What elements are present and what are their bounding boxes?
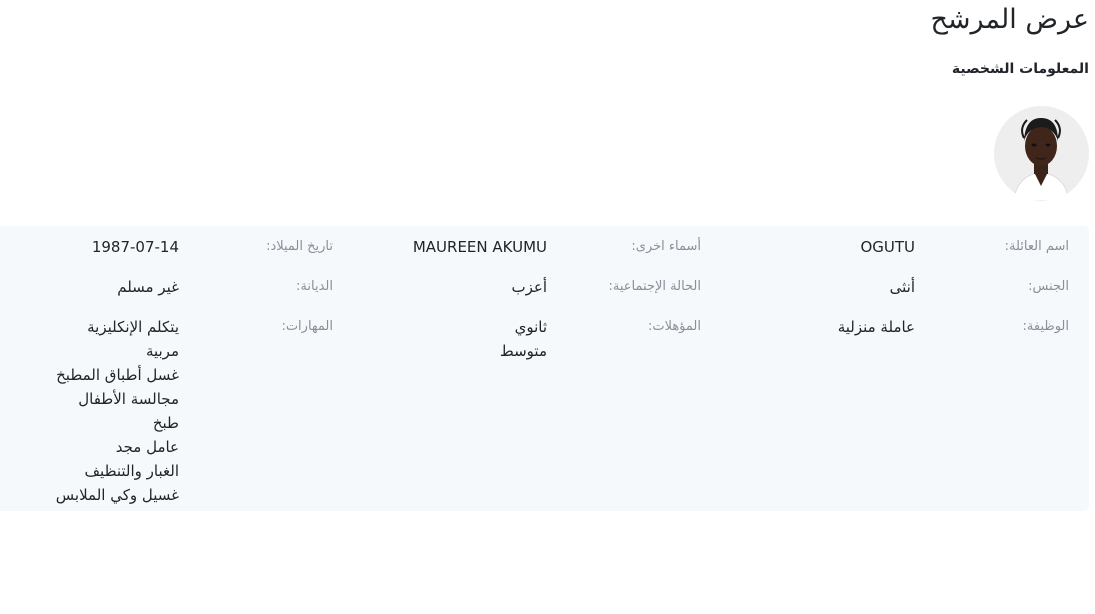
page-title: عرض المرشح (930, 4, 1089, 35)
skill-item: مربية (145, 342, 179, 360)
skills-label: المهارات: (281, 319, 333, 334)
job-value: عاملة منزلية (837, 318, 915, 336)
qualification-item: متوسط (499, 342, 547, 360)
candidate-photo-image (994, 106, 1089, 201)
personal-info-panel: اسم العائلة: OGUTU أسماء اخرى: MAUREEN A… (0, 226, 1089, 511)
qualification-item: ثانوي (514, 318, 547, 336)
job-label: الوظيفة: (1022, 319, 1069, 334)
qualifications-list: ثانوي متوسط (500, 315, 547, 363)
section-title-personal-info: المعلومات الشخصية (951, 61, 1089, 77)
candidate-photo (994, 106, 1089, 201)
family-name-value: OGUTU (860, 238, 915, 256)
skill-item: مجالسة الأطفال (78, 390, 179, 408)
other-names-value: MAUREEN AKUMU (412, 238, 547, 256)
marital-status-label: الحالة الإجتماعية: (608, 279, 701, 294)
religion-label: الديانة: (296, 279, 333, 294)
skill-item: يتكلم الإنكليزية (87, 318, 179, 336)
skill-item: طبخ (152, 414, 179, 432)
skill-item: غسل أطباق المطبخ (56, 366, 179, 384)
other-names-label: أسماء اخرى: (631, 239, 701, 254)
gender-value: أنثى (889, 278, 915, 296)
candidate-view-page: عرض المرشح المعلومات الشخصية اسم العائلة… (0, 0, 1095, 614)
skill-item: غسيل وكي الملابس (55, 486, 179, 504)
marital-status-value: أعزب (511, 278, 547, 296)
religion-value: غير مسلم (117, 278, 179, 296)
skill-item: الغبار والتنظيف (84, 462, 179, 480)
birth-date-value: 1987-07-14 (91, 238, 179, 256)
family-name-label: اسم العائلة: (1004, 239, 1069, 254)
gender-label: الجنس: (1028, 279, 1069, 294)
qualifications-label: المؤهلات: (647, 319, 701, 334)
skills-list: يتكلم الإنكليزية مربية غسل أطباق المطبخ … (56, 315, 179, 507)
skill-item: عامل مجد (115, 438, 179, 456)
birth-date-label: تاريخ الميلاد: (266, 239, 333, 254)
